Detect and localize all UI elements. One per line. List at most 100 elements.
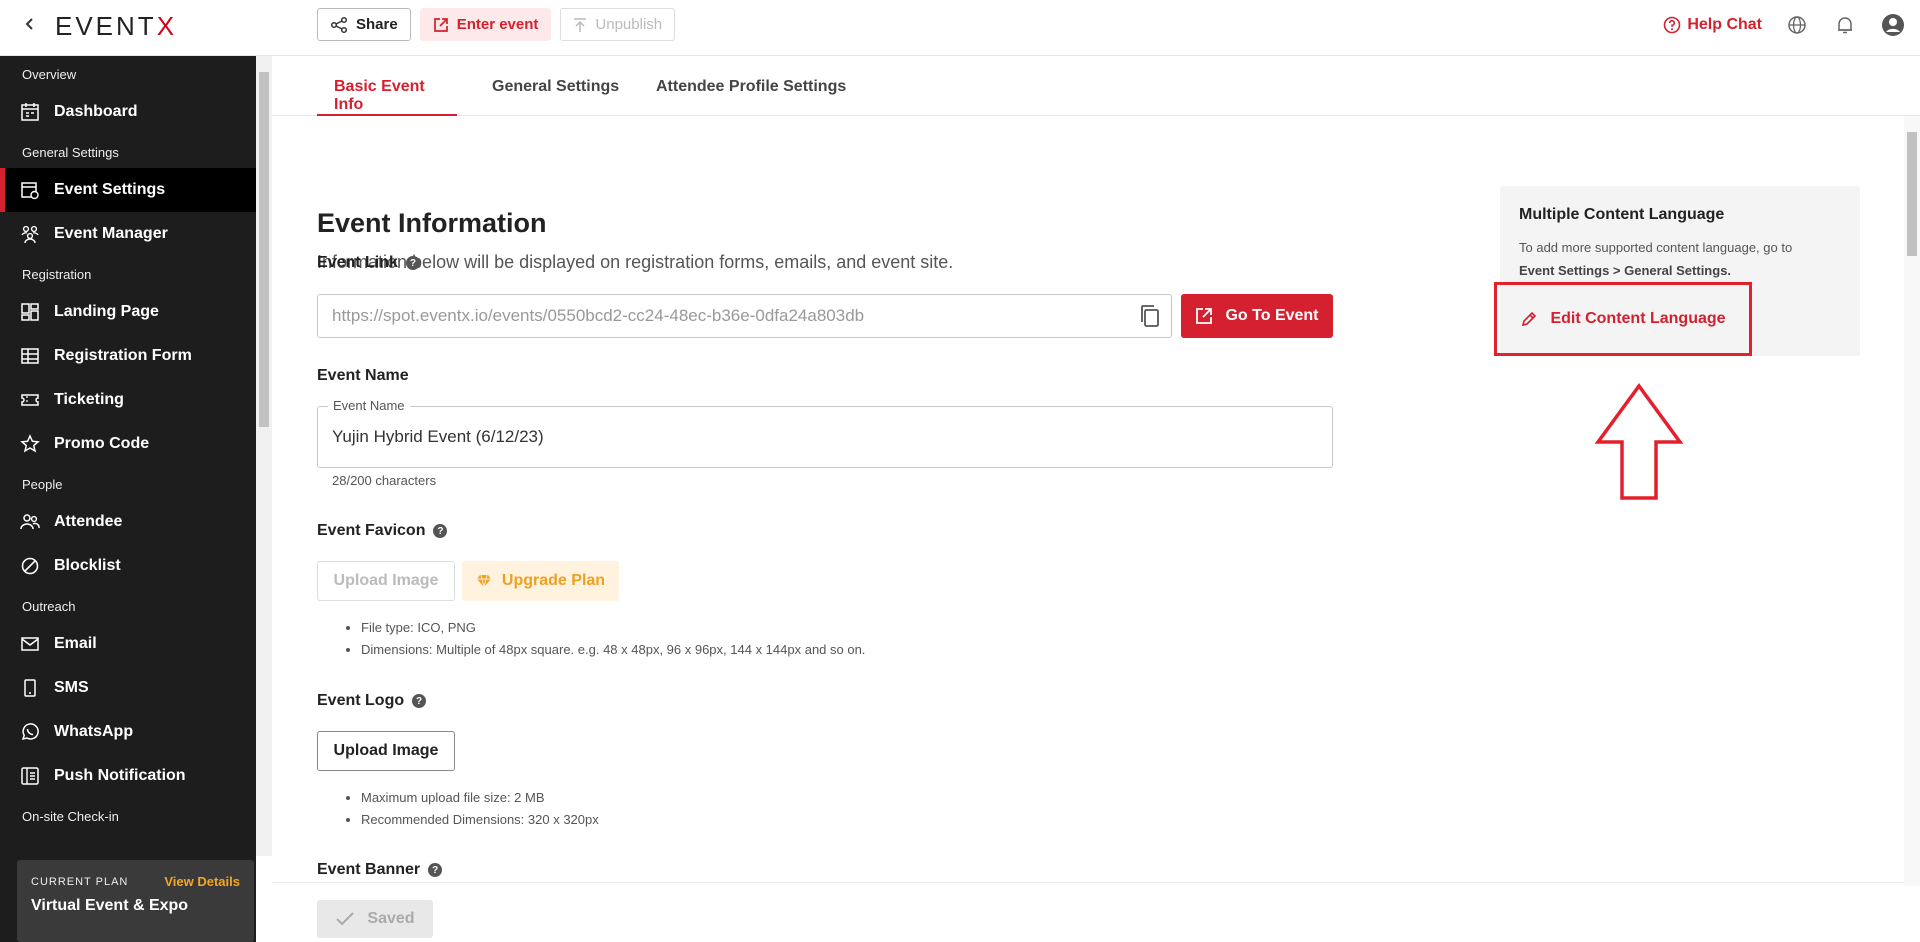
main-scrollbar-thumb[interactable] <box>1907 132 1917 256</box>
sidebar-item-label: Push Notification <box>54 767 186 784</box>
favicon-notes: File type: ICO, PNG Dimensions: Multiple… <box>361 620 865 664</box>
sidebar-item-blocklist[interactable]: Blocklist <box>0 544 256 588</box>
star-icon <box>20 434 40 454</box>
globe-icon[interactable] <box>1784 12 1810 38</box>
plan-name: Virtual Event & Expo <box>31 897 189 914</box>
sidebar-item-label: Promo Code <box>54 435 150 452</box>
event-name-value: Yujin Hybrid Event (6/12/23) <box>332 427 544 446</box>
help-chat-button[interactable]: Help Chat <box>1663 16 1762 34</box>
sidebar-item-landing-page[interactable]: Landing Page <box>0 290 256 334</box>
sidebar-item-label: Landing Page <box>54 303 159 320</box>
bottom-action-bar: Saved <box>272 882 1904 942</box>
sidebar-scrollbar-thumb[interactable] <box>259 72 269 427</box>
edit-content-language-button[interactable]: Edit Content Language <box>1494 282 1752 356</box>
upgrade-plan-label: Upgrade Plan <box>501 572 606 589</box>
whatsapp-icon <box>20 722 40 742</box>
current-plan-label: CURRENT PLAN <box>31 875 129 888</box>
favicon-upload-button[interactable]: Upload Image <box>317 561 455 601</box>
check-icon <box>336 912 355 926</box>
annotation-arrow-icon <box>1594 383 1684 500</box>
sidebar-item-label: Attendee <box>54 513 123 530</box>
sidebar-item-push-notification[interactable]: Push Notification <box>0 754 256 798</box>
sidebar-item-attendee[interactable]: Attendee <box>0 500 256 544</box>
saved-button: Saved <box>317 900 433 938</box>
enter-event-label: Enter event <box>456 16 539 33</box>
sidebar-scrollbar[interactable] <box>256 56 272 856</box>
enter-event-button[interactable]: Enter event <box>419 8 552 41</box>
event-favicon-label: Event Favicon ? <box>317 522 448 540</box>
view-details-link[interactable]: View Details <box>164 874 240 889</box>
pencil-icon <box>1522 311 1537 327</box>
block-icon <box>20 556 40 576</box>
bell-icon[interactable] <box>1832 12 1858 38</box>
ticket-icon <box>20 390 40 410</box>
sidebar-item-label: Ticketing <box>54 391 124 408</box>
unpublish-label: Unpublish <box>595 16 663 33</box>
sidebar-item-sms[interactable]: SMS <box>0 666 256 710</box>
help-question-icon[interactable]: ? <box>428 863 443 877</box>
share-icon <box>330 16 348 33</box>
top-bar: EVENTX Share Enter event Unpublish Help … <box>0 0 1920 56</box>
layout-icon <box>20 302 40 322</box>
account-icon[interactable] <box>1880 12 1906 38</box>
people-icon <box>20 512 40 532</box>
sidebar-item-label: WhatsApp <box>54 723 134 740</box>
sidebar-item-dashboard[interactable]: Dashboard <box>0 90 256 134</box>
help-icon <box>1664 16 1681 34</box>
push-notification-icon <box>20 766 40 786</box>
sidebar-item-label: Blocklist <box>54 557 121 574</box>
external-link-icon <box>433 17 448 32</box>
event-banner-label: Event Banner ? <box>317 861 443 879</box>
upgrade-plan-button[interactable]: Upgrade Plan <box>462 561 619 601</box>
event-logo-label: Event Logo ? <box>317 692 427 710</box>
favicon-note: Dimensions: Multiple of 48px square. e.g… <box>361 642 865 657</box>
help-question-icon[interactable]: ? <box>412 694 427 708</box>
eventx-logo[interactable]: EVENTX <box>55 11 177 42</box>
copy-icon[interactable] <box>1139 304 1161 333</box>
edit-content-language-label: Edit Content Language <box>1550 310 1726 327</box>
saved-label: Saved <box>367 910 415 927</box>
sidebar-section-title: General Settings <box>22 145 119 160</box>
event-link-label: Event Link ? <box>317 254 420 272</box>
sidebar: Overview Dashboard General Settings Even… <box>0 56 256 942</box>
sidebar-item-event-manager[interactable]: Event Manager <box>0 212 256 256</box>
sidebar-item-ticketing[interactable]: Ticketing <box>0 378 256 422</box>
sidebar-item-event-settings[interactable]: Event Settings <box>0 168 256 212</box>
event-link-field[interactable]: https://spot.eventx.io/events/0550bcd2-c… <box>317 294 1172 338</box>
sidebar-item-whatsapp[interactable]: WhatsApp <box>0 710 256 754</box>
favicon-note: File type: ICO, PNG <box>361 620 865 635</box>
event-name-label: Event Name <box>317 367 409 384</box>
sidebar-item-email[interactable]: Email <box>0 622 256 666</box>
content-language-title: Multiple Content Language <box>1519 206 1725 223</box>
help-question-icon[interactable]: ? <box>433 524 448 538</box>
logo-notes: Maximum upload file size: 2 MB Recommend… <box>361 790 599 834</box>
sidebar-section-title: People <box>22 477 63 492</box>
diamond-icon <box>476 574 491 588</box>
help-question-icon[interactable]: ? <box>405 256 420 270</box>
main-content: Basic Event Info General Settings Attend… <box>272 56 1920 942</box>
upload-icon <box>574 17 587 32</box>
unpublish-button[interactable]: Unpublish <box>560 8 676 41</box>
logo-note: Maximum upload file size: 2 MB <box>361 790 599 805</box>
sidebar-item-registration-form[interactable]: Registration Form <box>0 334 256 378</box>
go-to-event-button[interactable]: Go To Event <box>1181 294 1333 338</box>
event-link-value: https://spot.eventx.io/events/0550bcd2-c… <box>332 306 865 325</box>
logo-upload-button[interactable]: Upload Image <box>317 731 455 771</box>
sidebar-item-label: Event Settings <box>54 181 166 198</box>
content-language-desc: To add more supported content language, … <box>1519 240 1793 278</box>
back-icon[interactable] <box>18 12 42 36</box>
share-button[interactable]: Share <box>317 8 411 41</box>
help-chat-label: Help Chat <box>1687 16 1762 33</box>
sidebar-section-title: On-site Check-in <box>22 809 119 824</box>
mail-icon <box>20 634 40 654</box>
event-settings-icon <box>20 180 40 200</box>
sidebar-item-label: SMS <box>54 679 89 696</box>
sidebar-item-label: Event Manager <box>54 225 168 242</box>
external-link-icon <box>1196 308 1213 324</box>
sidebar-item-label: Registration Form <box>54 347 192 364</box>
phone-icon <box>20 678 40 698</box>
sidebar-item-promo-code[interactable]: Promo Code <box>0 422 256 466</box>
event-name-input[interactable]: Event Name Yujin Hybrid Event (6/12/23) <box>317 398 1333 468</box>
main-scrollbar[interactable] <box>1904 116 1920 886</box>
sidebar-section-title: Registration <box>22 267 92 282</box>
